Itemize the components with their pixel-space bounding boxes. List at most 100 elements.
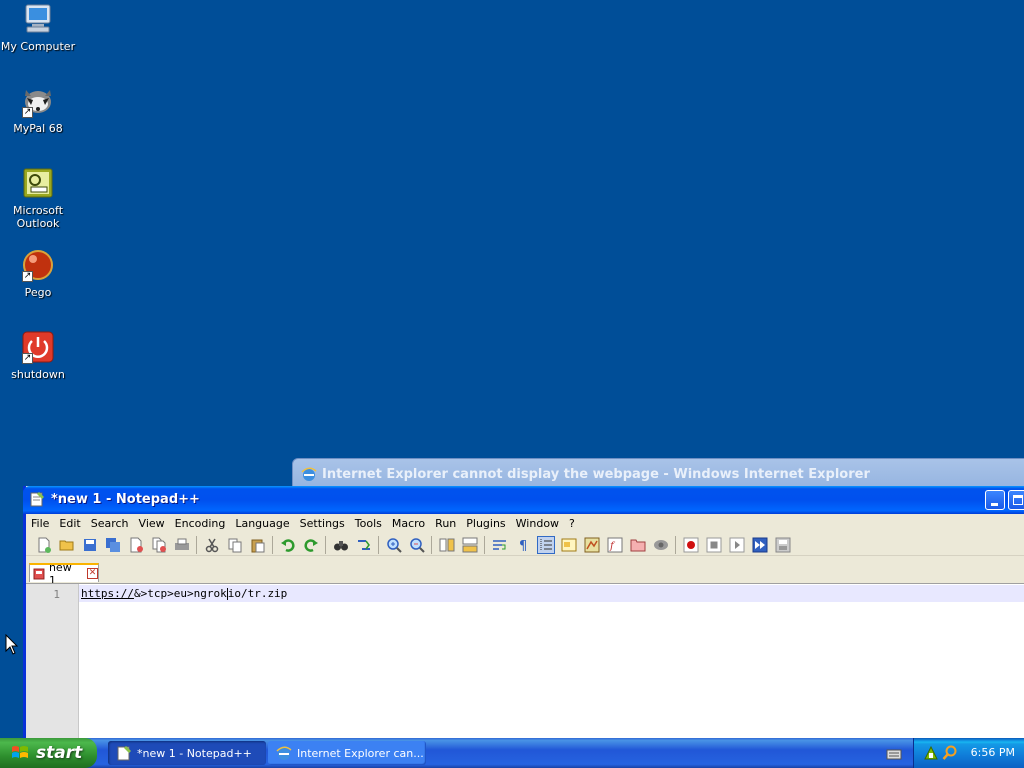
menu-encoding[interactable]: Encoding bbox=[170, 514, 231, 534]
menu-view[interactable]: View bbox=[134, 514, 170, 534]
zoom-out-button[interactable] bbox=[408, 536, 426, 554]
indent-guide-button[interactable] bbox=[536, 535, 555, 554]
ie-window-titlebar[interactable]: Internet Explorer cannot display the web… bbox=[301, 464, 870, 484]
new-file-icon bbox=[38, 537, 51, 553]
minimize-button[interactable] bbox=[985, 490, 1005, 510]
taskbar-button-notepad[interactable]: *new 1 - Notepad++ bbox=[108, 741, 266, 765]
new-file-button[interactable] bbox=[35, 536, 53, 554]
close-all-button[interactable] bbox=[150, 536, 168, 554]
open-file-button[interactable] bbox=[58, 536, 76, 554]
stop-macro-button[interactable] bbox=[705, 536, 723, 554]
maximize-button[interactable] bbox=[1008, 490, 1024, 510]
system-tray: 6:56 PM bbox=[913, 738, 1024, 768]
save-all-button[interactable] bbox=[104, 536, 122, 554]
binoculars-icon bbox=[333, 540, 348, 550]
desktop-icon-outlook[interactable]: Microsoft Outlook bbox=[0, 166, 76, 230]
menu-window[interactable]: Window bbox=[511, 514, 564, 534]
notepad-titlebar[interactable]: *new 1 - Notepad++ bbox=[23, 486, 1024, 514]
zoom-in-icon bbox=[386, 537, 402, 553]
play-macro-button[interactable] bbox=[728, 536, 746, 554]
close-file-icon bbox=[130, 537, 143, 552]
pilcrow-icon: ¶ bbox=[519, 539, 527, 553]
run-macro-multiple-button[interactable] bbox=[751, 536, 769, 554]
ie-window-title: Internet Explorer cannot display the web… bbox=[322, 466, 870, 482]
find-button[interactable] bbox=[332, 536, 350, 554]
toolbar-separator bbox=[484, 535, 485, 554]
doc-map-button[interactable] bbox=[583, 536, 601, 554]
undo-button[interactable] bbox=[279, 536, 297, 554]
desktop-icon-shutdown[interactable]: ↗ shutdown bbox=[0, 330, 76, 381]
shortcut-arrow-icon: ↗ bbox=[22, 271, 33, 282]
record-macro-button[interactable] bbox=[682, 536, 700, 554]
stop-icon bbox=[706, 537, 721, 552]
toolbar-separator bbox=[675, 535, 676, 554]
tab-close-icon[interactable]: ✕ bbox=[87, 568, 99, 579]
close-file-button[interactable] bbox=[127, 536, 145, 554]
sync-horizontal-button[interactable] bbox=[461, 536, 479, 554]
menu-tools[interactable]: Tools bbox=[350, 514, 387, 534]
copy-button[interactable] bbox=[226, 536, 244, 554]
line-number-gutter: 1 bbox=[26, 584, 79, 741]
line-number: 1 bbox=[53, 588, 60, 601]
clock[interactable]: 6:56 PM bbox=[971, 746, 1015, 759]
start-button[interactable]: start bbox=[0, 738, 97, 768]
svg-text:¶: ¶ bbox=[519, 539, 527, 553]
save-macro-button[interactable] bbox=[774, 536, 792, 554]
save-icon bbox=[83, 538, 96, 551]
search-tray-icon[interactable] bbox=[942, 745, 958, 761]
toolbar-separator bbox=[325, 535, 326, 554]
redo-button[interactable] bbox=[302, 536, 320, 554]
editor-line-1[interactable]: https://&>tcp>eu>ngrokio/tr.zip bbox=[81, 587, 287, 600]
menu-macro[interactable]: Macro bbox=[387, 514, 430, 534]
paste-button[interactable] bbox=[249, 536, 267, 554]
monitoring-button[interactable] bbox=[652, 536, 670, 554]
menu-file[interactable]: File bbox=[26, 514, 54, 534]
menu-help[interactable]: ? bbox=[564, 514, 580, 534]
scissors-icon bbox=[205, 538, 218, 552]
menu-search[interactable]: Search bbox=[86, 514, 134, 534]
zoom-in-button[interactable] bbox=[385, 536, 403, 554]
network-tray-icon[interactable] bbox=[923, 745, 939, 761]
save-button[interactable] bbox=[81, 536, 99, 554]
text-editor[interactable]: 1 https://&>tcp>eu>ngrokio/tr.zip bbox=[26, 583, 1024, 741]
tab-new-1[interactable]: new 1 ✕ bbox=[29, 561, 99, 587]
power-icon: ↗ bbox=[21, 330, 55, 364]
indent-guide-icon bbox=[540, 538, 552, 551]
save-macro-icon bbox=[775, 537, 790, 552]
menu-settings[interactable]: Settings bbox=[295, 514, 350, 534]
keyboard-icon[interactable] bbox=[886, 746, 902, 762]
mypal-raccoon-icon: ↗ bbox=[21, 84, 55, 118]
show-all-chars-button[interactable]: ¶ bbox=[514, 536, 532, 554]
unsaved-file-icon bbox=[33, 568, 45, 579]
folder-workspace-button[interactable] bbox=[629, 536, 647, 554]
menu-edit[interactable]: Edit bbox=[54, 514, 85, 534]
desktop-icon-pego[interactable]: ↗ Pego bbox=[0, 248, 76, 299]
taskbar-button-ie[interactable]: Internet Explorer can... bbox=[268, 741, 426, 765]
tab-strip: new 1 ✕ bbox=[26, 560, 1024, 587]
menu-language[interactable]: Language bbox=[230, 514, 294, 534]
document-map-icon bbox=[584, 537, 599, 552]
toolbar-separator bbox=[196, 535, 197, 554]
replace-icon bbox=[357, 539, 370, 550]
user-language-button[interactable] bbox=[560, 536, 578, 554]
close-all-icon bbox=[152, 537, 166, 552]
desktop-icon-mypal[interactable]: ↗ MyPal 68 bbox=[0, 84, 76, 135]
cut-button[interactable] bbox=[203, 536, 221, 554]
fast-forward-icon bbox=[752, 537, 767, 552]
function-list-button[interactable]: f bbox=[606, 536, 624, 554]
function-list-icon: f bbox=[607, 537, 622, 552]
print-button[interactable] bbox=[173, 536, 191, 554]
notepad-icon bbox=[30, 492, 44, 507]
desktop-icon-label: My Computer bbox=[0, 40, 76, 53]
open-folder-icon bbox=[59, 540, 73, 550]
desktop-icon-my-computer[interactable]: My Computer bbox=[0, 2, 76, 53]
sync-vertical-button[interactable] bbox=[438, 536, 456, 554]
desktop-icon-label: Pego bbox=[24, 286, 52, 299]
menu-plugins[interactable]: Plugins bbox=[461, 514, 510, 534]
desktop-icon-label: MyPal 68 bbox=[13, 122, 63, 135]
maximize-icon bbox=[1013, 495, 1023, 505]
notepad-window[interactable]: *new 1 - Notepad++ File Edit Search View… bbox=[23, 486, 1024, 741]
replace-button[interactable] bbox=[355, 536, 373, 554]
menu-run[interactable]: Run bbox=[430, 514, 461, 534]
word-wrap-button[interactable] bbox=[491, 536, 509, 554]
